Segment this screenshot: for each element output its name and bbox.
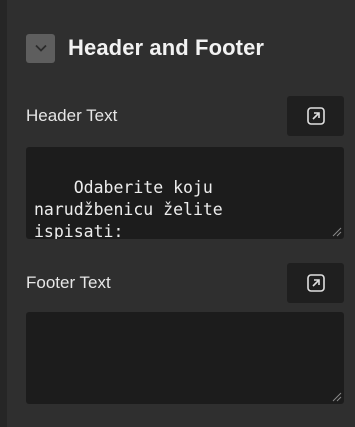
header-text-field[interactable]: Odaberite koju narudžbenicu želite ispis…: [26, 147, 344, 239]
resize-grip-icon[interactable]: [332, 227, 342, 237]
footer-text-field[interactable]: [26, 312, 344, 404]
expand-arrow-icon: [306, 274, 325, 292]
section-header[interactable]: Header and Footer: [26, 31, 264, 65]
resize-grip-icon[interactable]: [332, 392, 342, 402]
panel-edge: [0, 0, 7, 427]
header-text-expand-button[interactable]: [287, 96, 344, 136]
section-title: Header and Footer: [68, 35, 265, 60]
expand-arrow-icon: [306, 107, 325, 125]
header-text-value: Odaberite koju narudžbenicu želite ispis…: [34, 178, 223, 239]
header-footer-panel: Header and Footer Header Text Odaberite …: [0, 0, 355, 427]
collapse-toggle-button[interactable]: [26, 33, 55, 63]
header-text-label: Header Text: [26, 106, 118, 125]
footer-text-expand-button[interactable]: [287, 263, 344, 303]
chevron-down-icon: [34, 44, 47, 52]
footer-text-label: Footer Text: [26, 273, 111, 292]
